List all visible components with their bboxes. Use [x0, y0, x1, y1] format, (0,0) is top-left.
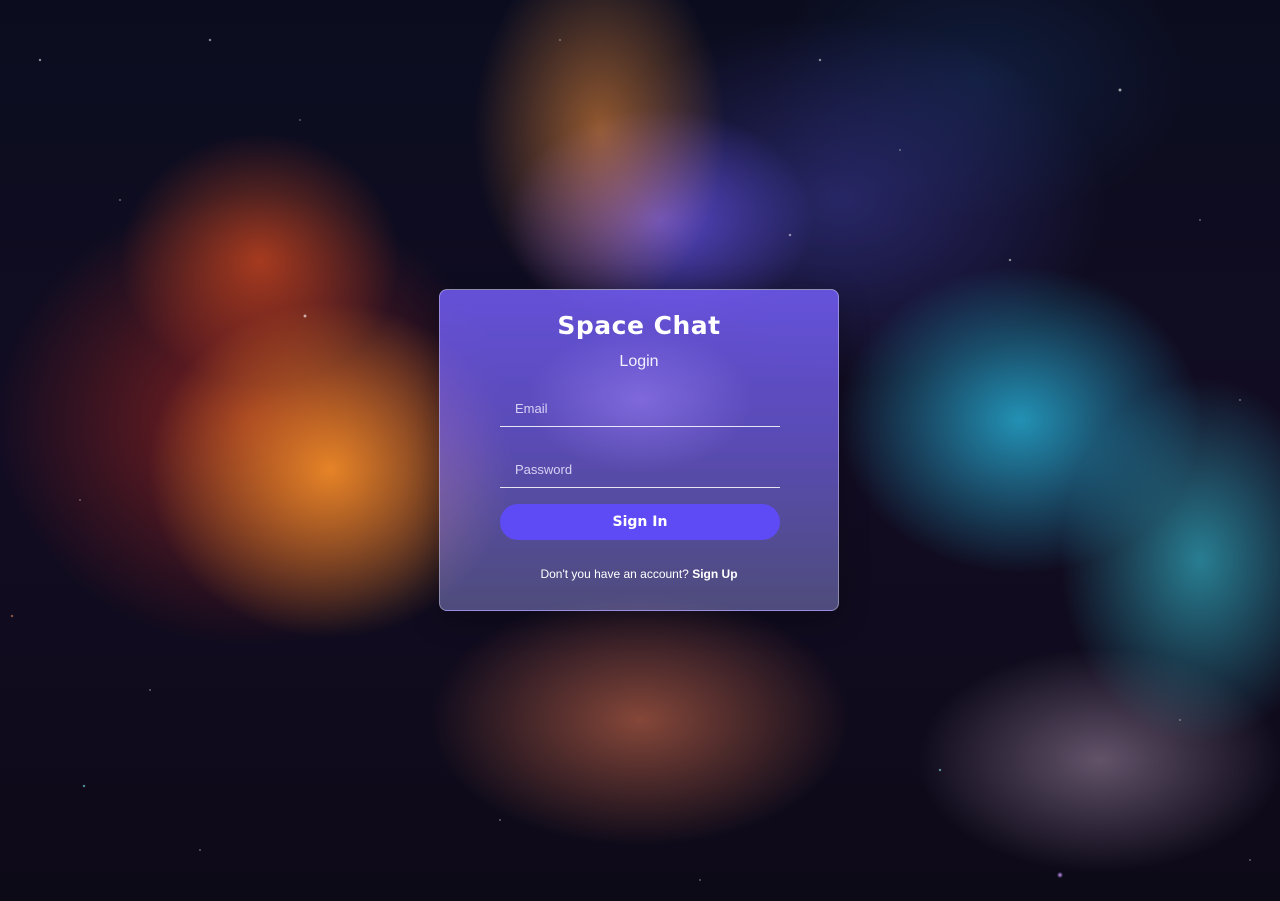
password-input[interactable]	[500, 451, 780, 487]
password-field	[500, 451, 780, 488]
login-heading: Login	[619, 353, 659, 370]
signup-prompt: Don't you have an account? Sign Up	[440, 566, 838, 582]
signup-prompt-text: Don't you have an account?	[540, 567, 689, 581]
sign-up-link[interactable]: Sign Up	[692, 567, 737, 581]
app-title: Space Chat	[557, 311, 721, 340]
sign-in-button[interactable]: Sign In	[500, 504, 780, 540]
email-field	[500, 390, 780, 427]
email-input[interactable]	[500, 390, 780, 426]
login-card: Space Chat Login Sign In Don't you have …	[439, 289, 839, 611]
